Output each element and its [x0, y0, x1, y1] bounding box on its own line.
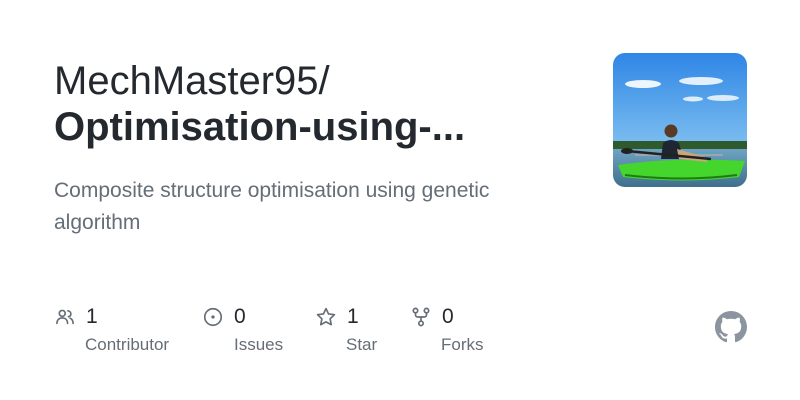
forks-count: 0 [442, 305, 454, 328]
issues-stat[interactable]: 0 Issues [202, 303, 283, 354]
contributors-count: 1 [86, 305, 98, 328]
repo-description: Composite structure optimisation using g… [54, 179, 490, 234]
forks-label: Forks [441, 335, 484, 354]
issues-label: Issues [234, 335, 284, 354]
star-icon [316, 307, 336, 326]
stars-label: Star [346, 335, 378, 354]
forks-stat[interactable]: 0 Forks [410, 303, 484, 354]
stars-stat[interactable]: 1 Star [315, 303, 377, 354]
github-mark-icon[interactable] [715, 311, 747, 343]
contributors-stat[interactable]: 1 Contributor [54, 303, 169, 354]
issues-count: 0 [234, 305, 246, 328]
repo-owner[interactable]: MechMaster95/ [54, 58, 574, 104]
issue-opened-icon [203, 307, 223, 327]
owner-avatar[interactable] [613, 53, 747, 187]
repo-name[interactable]: Optimisation-using-... [54, 104, 574, 150]
contributors-label: Contributor [85, 335, 170, 354]
stars-count: 1 [347, 305, 359, 328]
repo-header: MechMaster95/ Optimisation-using-... [54, 58, 574, 150]
people-icon [56, 309, 74, 325]
person-in-kayak-photo [613, 53, 747, 187]
repo-forked-icon [412, 307, 430, 327]
